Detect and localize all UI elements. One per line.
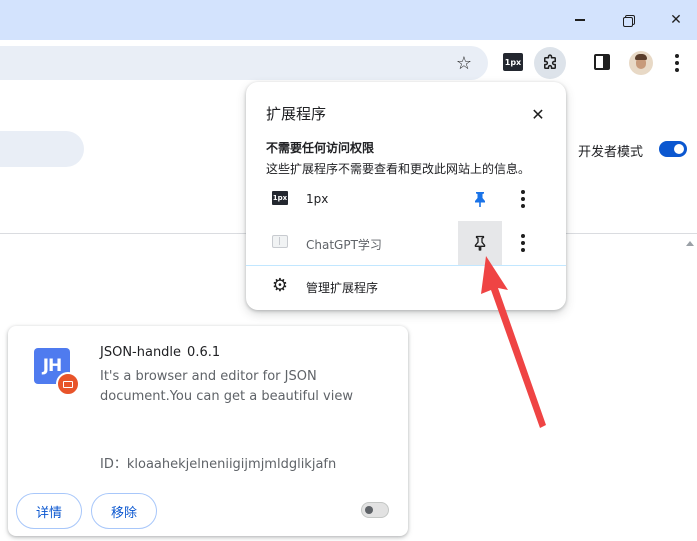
page-scrollbar[interactable] [683,236,697,541]
extension-name: JSON-handle [100,345,182,360]
puzzle-icon [544,54,556,69]
browser-toolbar: ☆ 1px [0,40,697,86]
extension-description: It's a browser and editor for JSON docum… [100,369,353,404]
extension-title: JSON-handle 0.6.1 [100,345,220,360]
extension-more-icon[interactable] [511,187,535,211]
no-access-section-description: 这些扩展程序不需要查看和更改此网站上的信息。 [266,162,531,176]
unpinned-pin-icon [474,235,486,251]
address-bar[interactable] [0,46,488,80]
extension-1px-icon: 1px [272,191,288,205]
close-icon: ✕ [531,104,545,124]
extension-version: 0.6.1 [187,345,221,360]
details-button[interactable]: 详情 [16,493,82,529]
extension-row-label: ChatGPT学习 [306,238,382,252]
extensions-search-box[interactable] [0,131,84,167]
annotation-arrow-icon [481,256,546,428]
extension-id: ID：kloaahekjelneniigijmjmldglikjafn [100,457,337,472]
side-panel-icon[interactable] [594,54,610,70]
pinned-extension-1px-icon[interactable]: 1px [503,53,523,71]
pinned-icon [475,192,485,207]
book-icon [272,235,288,248]
scroll-up-arrow-icon[interactable] [686,241,694,246]
popup-title: 扩展程序 [266,105,327,123]
gear-icon: ⚙ [271,275,289,296]
restore-button[interactable] [608,0,648,40]
bookmark-star-icon[interactable]: ☆ [452,51,476,75]
remove-button[interactable]: 移除 [91,493,157,529]
restore-icon [622,14,635,27]
no-access-section-heading: 不需要任何访问权限 [266,141,375,155]
manage-extensions-label: 管理扩展程序 [306,281,379,295]
browser-menu-more-icon[interactable] [665,51,689,75]
close-window-button[interactable]: ✕ [656,0,696,40]
minimize-button[interactable] [560,0,600,40]
close-icon: ✕ [670,12,682,28]
extension-enable-toggle[interactable] [361,502,389,518]
minimize-icon [575,19,585,21]
extension-row-1px[interactable]: 1px 1px [246,177,566,221]
developer-mode-toggle[interactable] [659,141,687,157]
popup-close-button[interactable]: ✕ [526,102,550,126]
extensions-puzzle-button[interactable] [534,47,566,79]
pin-button-1px[interactable] [458,177,502,221]
extension-row-label: 1px [306,192,329,206]
developer-mode-label: 开发者模式 [578,145,644,160]
extension-source-badge-icon [56,372,80,396]
profile-avatar[interactable] [629,51,653,75]
extension-card: JH JSON-handle 0.6.1 It's a browser and e… [8,326,408,536]
title-bar: ✕ [0,0,697,40]
